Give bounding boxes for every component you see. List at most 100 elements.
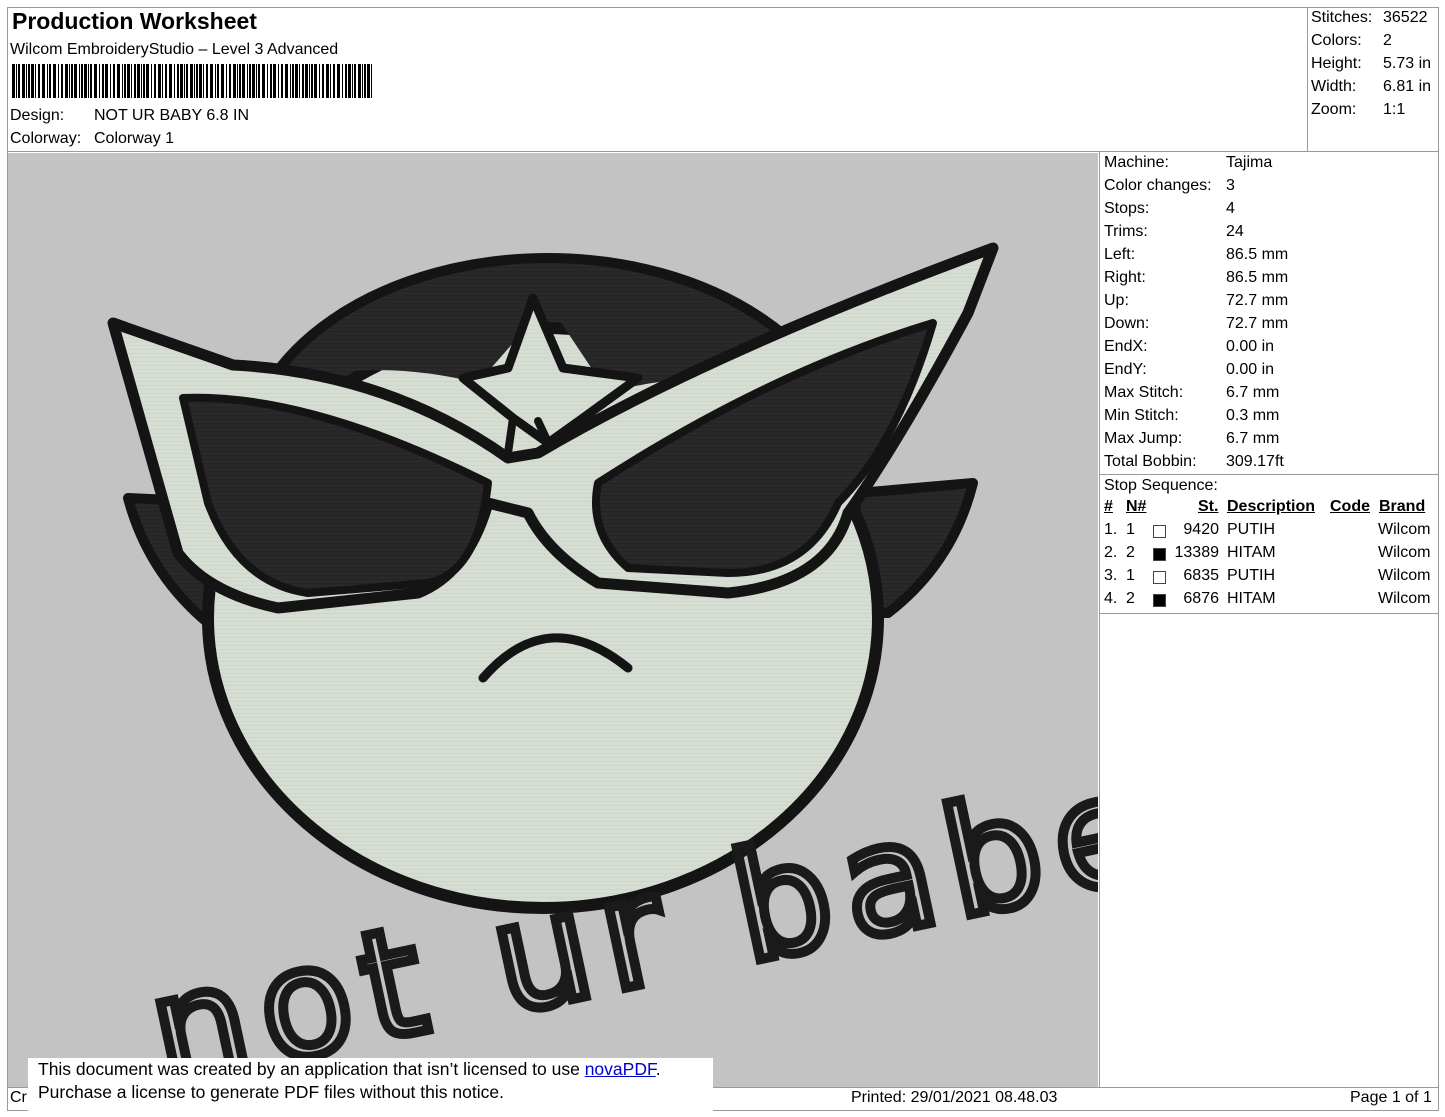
col-brand: Brand — [1379, 498, 1426, 515]
notice-line1-suffix: . — [655, 1059, 661, 1079]
machine-info-label: EndX: — [1104, 338, 1148, 355]
stop-sequence-row: 4. 2 HITAM Wilcom 6876 — [1100, 590, 1438, 613]
barcode-bar — [203, 64, 204, 98]
barcode-bar — [79, 64, 80, 98]
barcode-bar — [177, 64, 179, 98]
barcode-bar — [81, 64, 83, 98]
machine-info-value: 86.5 mm — [1226, 269, 1289, 286]
width-value: 6.81 in — [1383, 78, 1432, 95]
barcode-bar — [35, 64, 36, 98]
barcode-bar — [362, 64, 363, 98]
machine-info-label: Total Bobbin: — [1104, 453, 1197, 470]
design-label: Design: — [10, 107, 65, 124]
printed-timestamp: Printed: 29/01/2021 08.48.03 — [851, 1089, 1058, 1106]
row-brand: Wilcom — [1378, 521, 1431, 538]
col-needle: N# — [1126, 498, 1147, 515]
machine-info-value: 4 — [1226, 200, 1235, 217]
barcode-bar — [151, 64, 152, 98]
barcode-bar — [262, 64, 265, 98]
software-name: Wilcom EmbroideryStudio – Level 3 Advanc… — [10, 41, 339, 58]
col-stitches: St. — [1198, 498, 1219, 515]
page-number: Page 1 of 1 — [1350, 1089, 1432, 1106]
barcode-bar — [190, 64, 193, 98]
barcode-bar — [180, 64, 183, 98]
barcode-bar — [290, 64, 291, 98]
header-bottom-border — [7, 151, 1439, 152]
barcode-bar — [124, 64, 126, 98]
notice-line1: This document was created by an applicat… — [38, 1059, 585, 1079]
barcode-bar — [247, 64, 248, 98]
barcode-bar — [305, 64, 308, 98]
barcode-bar — [165, 64, 167, 98]
machine-info-value: 86.5 mm — [1226, 246, 1289, 263]
barcode-bar — [237, 64, 238, 98]
barcode-bar — [206, 64, 208, 98]
machine-info-value: 72.7 mm — [1226, 315, 1289, 332]
barcode-bar — [281, 64, 283, 98]
barcode — [12, 64, 372, 98]
barcode-bar — [18, 64, 20, 98]
license-notice: This document was created by an applicat… — [28, 1058, 713, 1112]
barcode-bar — [71, 64, 73, 98]
barcode-bar — [314, 64, 317, 98]
machine-info-value: 3 — [1226, 177, 1235, 194]
barcode-bar — [84, 64, 87, 98]
machine-info-label: EndY: — [1104, 361, 1147, 378]
barcode-bar — [26, 64, 27, 98]
barcode-bar — [249, 64, 251, 98]
machine-info-label: Down: — [1104, 315, 1150, 332]
row-num: 3. — [1104, 567, 1118, 584]
row-needle: 2 — [1126, 544, 1135, 561]
barcode-bar — [270, 64, 272, 98]
barcode-bar — [371, 64, 372, 98]
barcode-bar — [28, 64, 30, 98]
machine-info-label: Trims: — [1104, 223, 1148, 240]
color-swatch — [1153, 594, 1166, 607]
stop-sequence-row: 1. 1 PUTIH Wilcom 9420 — [1100, 521, 1438, 544]
machine-info-label: Up: — [1104, 292, 1129, 309]
barcode-bar — [99, 64, 100, 98]
barcode-bar — [239, 64, 241, 98]
colors-label: Colors: — [1311, 32, 1362, 49]
color-swatch — [1153, 525, 1166, 538]
novapdf-link[interactable]: novaPDF — [585, 1059, 656, 1079]
barcode-bar — [233, 64, 236, 98]
stitches-label: Stitches: — [1311, 9, 1373, 26]
row-needle: 2 — [1126, 590, 1135, 607]
barcode-bar — [242, 64, 245, 98]
row-needle: 1 — [1126, 521, 1135, 538]
barcode-bar — [217, 64, 219, 98]
color-swatch — [1153, 548, 1166, 561]
row-brand: Wilcom — [1378, 567, 1431, 584]
barcode-bar — [319, 64, 320, 98]
barcode-bar — [47, 64, 48, 98]
stop-sequence-row: 3. 1 PUTIH Wilcom 6835 — [1100, 567, 1438, 590]
row-stitches: 6876 — [1183, 590, 1219, 607]
machine-info-value: 309.17ft — [1226, 453, 1284, 470]
machine-info-label: Stops: — [1104, 200, 1150, 217]
row-num: 4. — [1104, 590, 1118, 607]
barcode-bar — [134, 64, 136, 98]
barcode-bar — [221, 64, 224, 98]
machine-info-value: 72.7 mm — [1226, 292, 1289, 309]
barcode-bar — [12, 64, 15, 98]
machine-info-label: Right: — [1104, 269, 1146, 286]
barcode-bar — [169, 64, 172, 98]
barcode-bar — [174, 64, 175, 98]
barcode-bar — [74, 64, 77, 98]
barcode-bar — [226, 64, 227, 98]
color-swatch — [1153, 571, 1166, 584]
barcode-bar — [364, 64, 366, 98]
design-value: NOT UR BABY 6.8 IN — [94, 107, 250, 124]
barcode-bar — [196, 64, 198, 98]
machine-info-label: Max Jump: — [1104, 430, 1183, 447]
barcode-bar — [31, 64, 34, 98]
machine-info-panel: Machine: Tajima Color changes: 3 Stops: 4 Trim… — [1100, 153, 1438, 473]
barcode-bar — [88, 64, 89, 98]
barcode-bar — [127, 64, 130, 98]
machine-info-label: Machine: — [1104, 154, 1169, 171]
barcode-bar — [146, 64, 149, 98]
design-preview: not ur babe. — [8, 153, 1098, 1087]
machine-info-value: 0.3 mm — [1226, 407, 1280, 424]
barcode-bar — [94, 64, 97, 98]
